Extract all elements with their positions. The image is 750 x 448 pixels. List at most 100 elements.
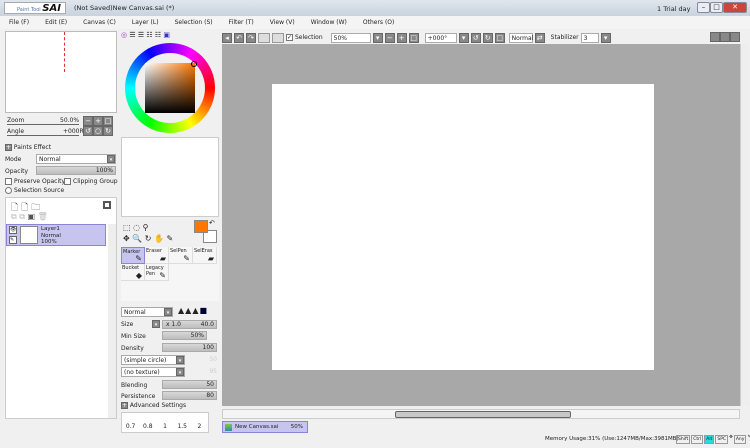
layer-row[interactable]: 👁 ✎ Layer1 Normal 100% [6, 224, 106, 246]
tool-eraser[interactable]: Eraser ▰ [145, 247, 169, 264]
menu-others[interactable]: Others (O) [354, 16, 401, 29]
rotate-reset-button[interactable]: □ [494, 32, 505, 43]
rotate-reset-button[interactable]: ○ [93, 126, 103, 136]
vertical-scrollbar[interactable] [740, 44, 749, 406]
horizontal-scrollbar[interactable] [222, 409, 740, 419]
zoom-in-button[interactable]: + [93, 116, 103, 126]
saturation-value-square[interactable] [145, 63, 195, 113]
angle-dropdown[interactable]: ▾ [458, 32, 469, 43]
eyedropper-icon[interactable]: ✎ [167, 234, 174, 243]
clear-button[interactable] [258, 32, 270, 43]
angle-input[interactable]: +000° [424, 32, 457, 43]
advanced-settings-toggle[interactable]: + Advanced Settings [121, 402, 186, 409]
size-preset[interactable]: 2 [191, 413, 208, 432]
zoom-reset-button[interactable]: □ [408, 32, 419, 43]
texture-select[interactable]: (no texture) ▾ [121, 367, 185, 377]
menu-window[interactable]: Window (W) [302, 16, 354, 29]
scratchpad-tab-icon[interactable]: ▣ [163, 31, 170, 39]
menu-file[interactable]: File (F) [0, 16, 36, 29]
rotate-right-button[interactable]: ↻ [482, 32, 493, 43]
selection-toggle[interactable]: ✓ Selection [286, 34, 323, 41]
size-preset[interactable]: 0.8 [139, 413, 156, 432]
color-palette-tab-icon[interactable]: ☷ [146, 31, 152, 39]
navigator-preview[interactable] [5, 31, 117, 113]
rotate-right-button[interactable]: ↻ [103, 126, 113, 136]
zoom-reset-button[interactable]: □ [103, 116, 113, 126]
undo-button[interactable]: ↶ [234, 32, 244, 43]
brush-shape-buttons[interactable]: ▲▲▲■ [178, 306, 208, 315]
doc-close-button[interactable] [730, 32, 740, 42]
size-slider[interactable]: x 1.0 40.0 [162, 320, 217, 329]
primary-color-swatch[interactable] [194, 220, 208, 233]
rotate-tool-icon[interactable]: ↻ [145, 234, 152, 243]
tool-selpen[interactable]: SelPen ✎ [169, 247, 193, 264]
hue-wheel[interactable] [125, 43, 215, 133]
minimize-button[interactable]: – [697, 2, 710, 13]
menu-selection[interactable]: Selection (S) [166, 16, 220, 29]
scratchpad-area[interactable] [121, 137, 219, 217]
size-range-button[interactable]: ▾ [152, 320, 160, 328]
canvas-viewport[interactable] [222, 44, 740, 406]
fill-button[interactable] [272, 32, 284, 43]
pen-lock-icon[interactable]: ✎ [9, 236, 17, 244]
swatches-tab-icon[interactable]: ☷ [155, 31, 161, 39]
shape-strength[interactable]: 50 [190, 356, 217, 363]
merge-down-icon[interactable]: ⧉ [19, 212, 25, 221]
lasso-icon[interactable]: ◌ [133, 223, 140, 232]
zoom-out-button[interactable]: − [83, 116, 93, 126]
menu-edit[interactable]: Edit (E) [36, 16, 74, 29]
zoom-slider[interactable] [7, 124, 79, 125]
persistence-slider[interactable]: 80 [162, 391, 217, 400]
tool-seleras[interactable]: SelEras ▰ [193, 247, 217, 264]
density-slider[interactable]: 100 [162, 343, 217, 352]
blending-slider[interactable]: 50 [162, 380, 217, 389]
doc-minimize-button[interactable] [710, 32, 720, 42]
move-icon[interactable]: ✥ [123, 234, 130, 243]
visibility-eye-icon[interactable]: 👁 [9, 226, 17, 234]
size-preset[interactable]: 1 [156, 413, 173, 432]
zoom-out-button[interactable]: − [384, 32, 395, 43]
zoom-input[interactable]: 50% [330, 32, 371, 43]
texture-strength[interactable]: 95 [190, 368, 217, 375]
tool-marker[interactable]: Marker ✎ [121, 247, 145, 264]
size-preset[interactable]: 0.7 [122, 413, 139, 432]
zoom-tool-icon[interactable]: 🔍 [132, 234, 142, 243]
doc-restore-button[interactable] [720, 32, 730, 42]
canvas[interactable] [272, 84, 654, 370]
zoom-in-button[interactable]: + [396, 32, 407, 43]
redo-button[interactable]: ↷ [246, 32, 256, 43]
zoom-dropdown[interactable]: ▾ [372, 32, 383, 43]
layer-mask-icon[interactable] [103, 201, 111, 209]
close-button[interactable]: ✕ [723, 2, 747, 13]
stabilizer-dropdown[interactable]: ▾ [600, 32, 611, 43]
menu-canvas[interactable]: Canvas (C) [74, 16, 123, 29]
color-wheel-tab-icon[interactable]: ◎ [121, 31, 127, 39]
swap-colors-icon[interactable]: ↶ [209, 219, 215, 227]
menu-filter[interactable]: Filter (T) [220, 16, 261, 29]
tool-legacy-pen[interactable]: Legacy Pen ✎ [145, 264, 169, 281]
brush-shape-select[interactable]: (simple circle) ▾ [121, 355, 185, 365]
brush-mode-select[interactable]: Normal ▾ [121, 307, 173, 317]
clipping-group-checkbox[interactable]: Clipping Group [64, 178, 118, 185]
paints-effect-header[interactable]: + Paints Effect [5, 144, 51, 151]
clear-layer-icon[interactable]: ▣ [28, 212, 36, 221]
min-size-slider[interactable]: 50% [162, 331, 207, 340]
menu-layer[interactable]: Layer (L) [123, 16, 166, 29]
canvas-tab[interactable]: New Canvas.sai 50% [222, 421, 308, 433]
scrollbar-thumb[interactable] [395, 411, 571, 418]
deselect-button[interactable]: ◂ [222, 32, 232, 43]
tool-bucket[interactable]: Bucket ◆ [121, 264, 145, 281]
color-picker-handle[interactable] [191, 61, 197, 67]
stabilizer-select[interactable]: 3 [580, 32, 599, 43]
hsv-slider-tab-icon[interactable]: ☰ [138, 31, 144, 39]
selection-source-radio[interactable]: Selection Source [5, 187, 64, 194]
rotate-left-button[interactable]: ↺ [83, 126, 93, 136]
preserve-opacity-checkbox[interactable]: Preserve Opacity [5, 178, 65, 185]
delete-layer-icon[interactable]: 🗑 [38, 212, 48, 221]
transfer-down-icon[interactable]: ⧉ [11, 212, 17, 221]
rotate-left-button[interactable]: ↺ [470, 32, 481, 43]
flip-horizontal-button[interactable]: ⇄ [534, 32, 545, 43]
magic-wand-icon[interactable]: ⚲ [143, 223, 149, 232]
menu-view[interactable]: View (V) [261, 16, 302, 29]
size-preset[interactable]: 1.5 [174, 413, 191, 432]
